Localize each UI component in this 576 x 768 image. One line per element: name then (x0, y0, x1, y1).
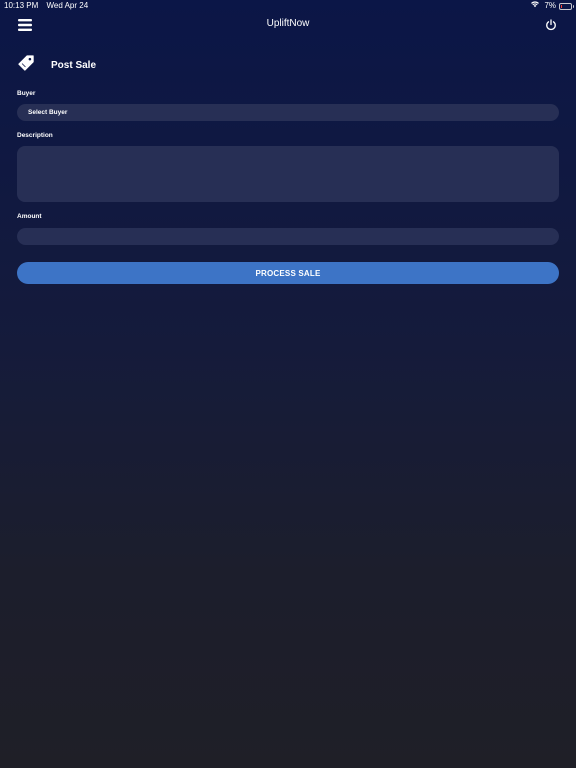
battery-percent: 7% (544, 1, 556, 10)
process-sale-button[interactable]: PROCESS SALE (17, 262, 559, 284)
status-bar: 10:13 PM Wed Apr 24 7% (0, 0, 576, 12)
power-icon[interactable] (545, 18, 557, 31)
amount-label: Amount (17, 213, 42, 220)
buyer-label: Buyer (17, 90, 36, 97)
app-title: UpliftNow (266, 18, 310, 29)
price-tag-icon (17, 54, 35, 77)
description-label: Description (17, 132, 53, 139)
battery-icon (559, 2, 574, 10)
amount-field[interactable] (17, 228, 559, 245)
buyer-select[interactable]: Select Buyer (17, 104, 559, 121)
description-field[interactable] (17, 146, 559, 202)
page-title: Post Sale (51, 59, 97, 71)
status-left: 10:13 PM Wed Apr 24 (4, 0, 88, 12)
battery-level-fill (561, 4, 562, 8)
status-time: 10:13 PM (4, 1, 39, 10)
navigation-bar: UpliftNow (0, 12, 576, 40)
status-right: 7% (530, 0, 574, 12)
status-date: Wed Apr 24 (46, 1, 89, 10)
wifi-icon (530, 0, 544, 12)
page-header: Post Sale (17, 54, 97, 77)
